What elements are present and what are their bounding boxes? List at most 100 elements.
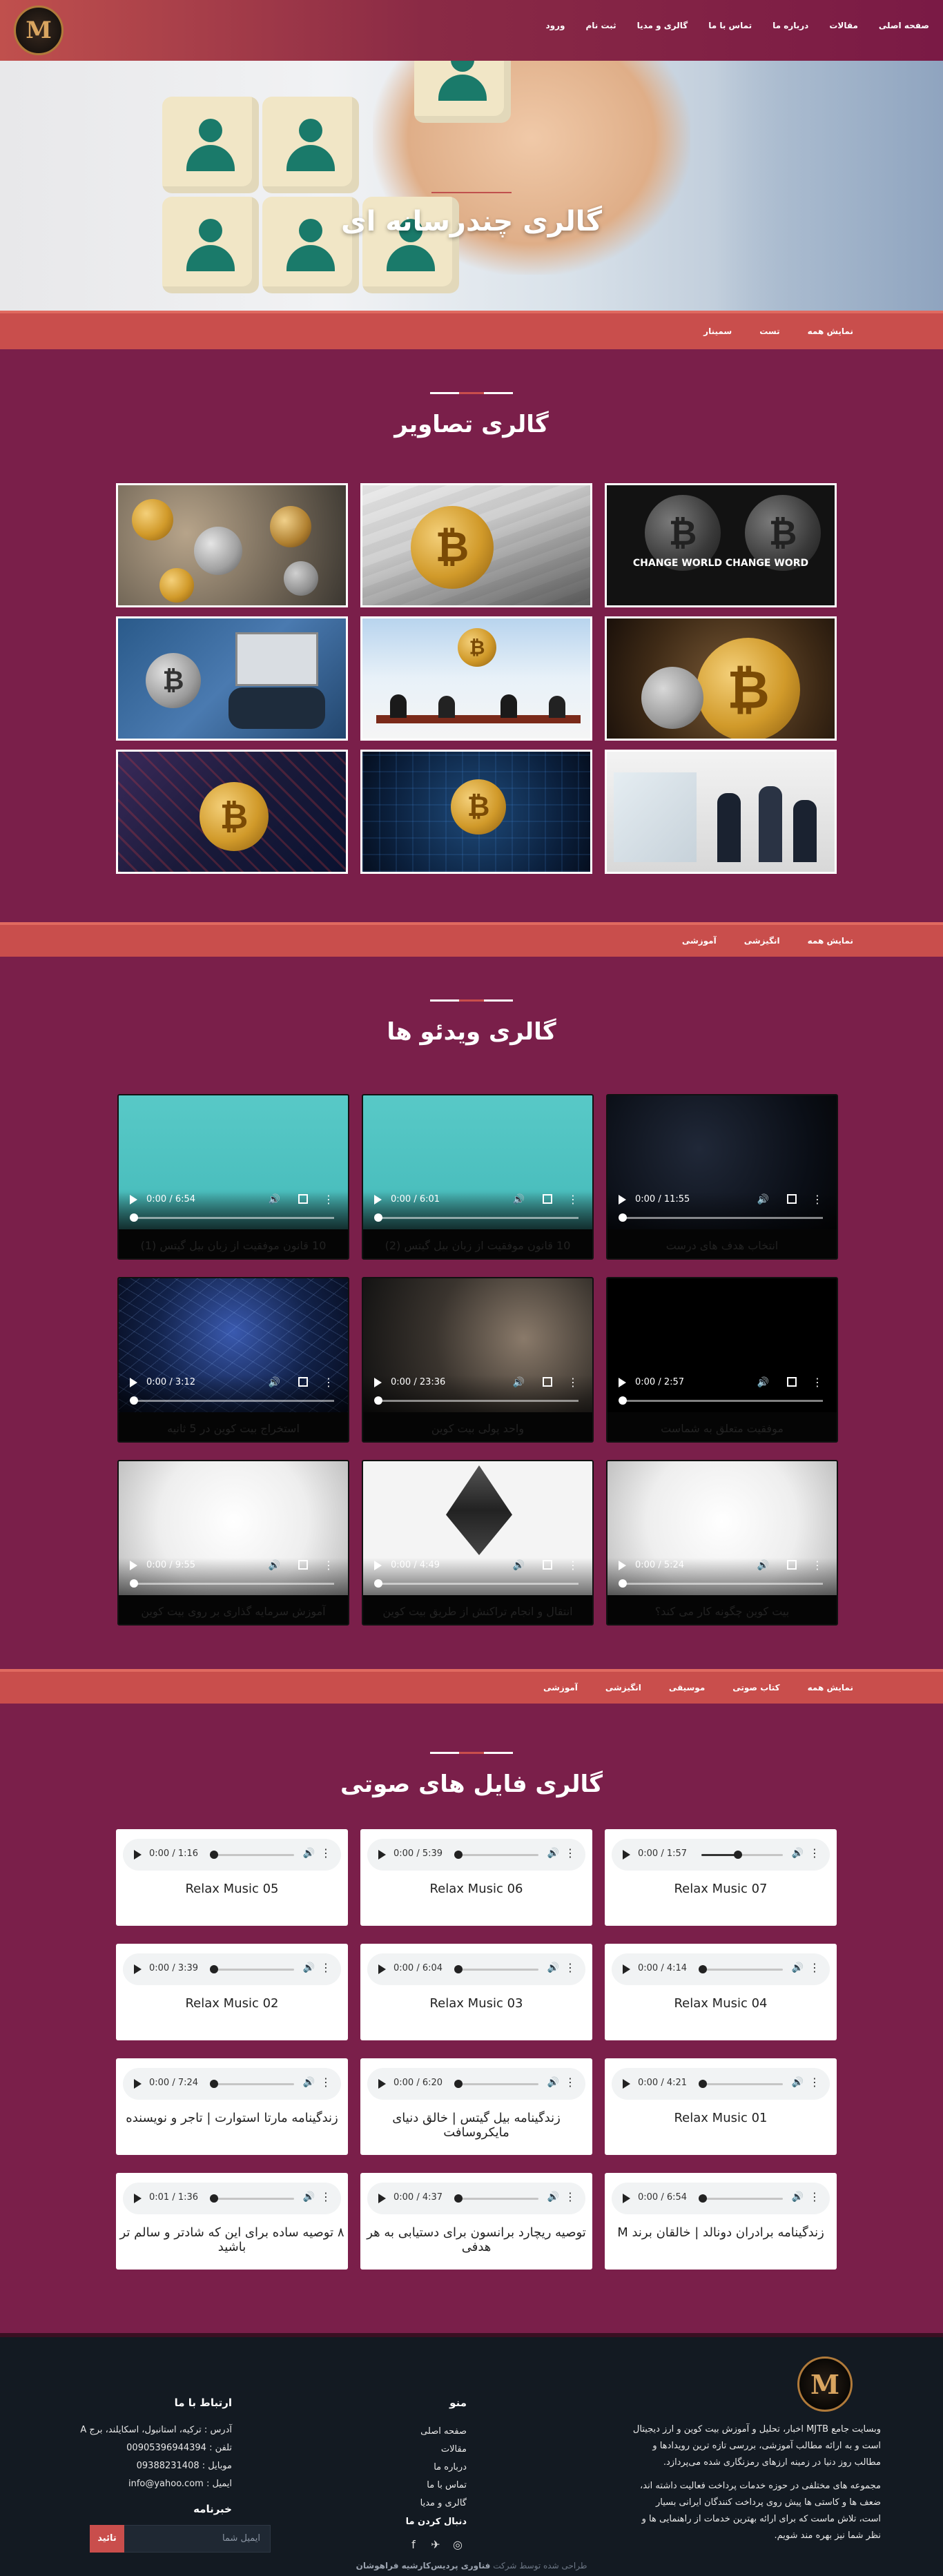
audio-player[interactable]: 0:00 / 7:24 🔊 ⋮ [123, 2068, 341, 2100]
audio-progress-track[interactable] [210, 2080, 294, 2088]
play-icon[interactable] [378, 1964, 386, 1974]
audio-player[interactable]: 0:00 / 4:14 🔊 ⋮ [612, 1953, 830, 1985]
play-icon[interactable] [619, 1561, 626, 1570]
volume-icon[interactable]: 🔊 [303, 1848, 315, 1859]
site-logo[interactable]: M [14, 6, 64, 55]
fullscreen-icon[interactable] [298, 1194, 308, 1204]
play-icon[interactable] [130, 1561, 137, 1570]
play-icon[interactable] [619, 1195, 626, 1204]
play-icon[interactable] [134, 1964, 142, 1974]
audio-player[interactable]: 0:00 / 6:04 🔊 ⋮ [367, 1953, 585, 1985]
volume-icon[interactable]: 🔊 [269, 1560, 280, 1571]
more-options-icon[interactable]: ⋮ [320, 1846, 331, 1860]
gallery-image[interactable]: ₿ ₿ CHANGE WORLD CHANGE WORD [605, 483, 837, 607]
facebook-icon[interactable]: f [406, 2537, 421, 2553]
volume-icon[interactable]: 🔊 [792, 2077, 804, 2088]
video-player[interactable]: 0:00 / 9:55 🔊 ⋮ آموزش سرمایه گذاری بر رو… [117, 1460, 349, 1626]
nav-gallery[interactable]: گالری و مدیا [637, 21, 688, 30]
volume-icon[interactable]: 🔊 [547, 1848, 559, 1859]
fullscreen-icon[interactable] [787, 1194, 797, 1204]
fullscreen-icon[interactable] [787, 1377, 797, 1387]
more-options-icon[interactable]: ⋮ [809, 1961, 820, 1974]
more-options-icon[interactable]: ⋮ [320, 2076, 331, 2089]
fullscreen-icon[interactable] [298, 1560, 308, 1570]
audio-progress-knob[interactable] [454, 1965, 463, 1973]
footer-link-gallery[interactable]: گالری و مدیا [420, 2495, 467, 2512]
audio-player[interactable]: 0:00 / 3:39 🔊 ⋮ [123, 1953, 341, 1985]
more-options-icon[interactable]: ⋮ [812, 1376, 823, 1389]
audio-progress-track[interactable] [701, 1851, 783, 1859]
more-options-icon[interactable]: ⋮ [809, 2190, 820, 2203]
video-player[interactable]: 0:00 / 23:36 🔊 ⋮ واحد پولی بیت کوین [362, 1277, 594, 1443]
progress-knob[interactable] [619, 1396, 627, 1405]
audio-player[interactable]: 0:00 / 1:16 🔊 ⋮ [123, 1839, 341, 1871]
nav-contact[interactable]: تماس با ما [708, 21, 752, 30]
progress-knob[interactable] [619, 1579, 627, 1588]
more-options-icon[interactable]: ⋮ [812, 1559, 823, 1572]
progress-track[interactable] [377, 1583, 579, 1585]
fullscreen-icon[interactable] [787, 1560, 797, 1570]
audio-player[interactable]: 0:00 / 5:39 🔊 ⋮ [367, 1839, 585, 1871]
progress-track[interactable] [133, 1400, 334, 1402]
fullscreen-icon[interactable] [543, 1560, 552, 1570]
play-icon[interactable] [374, 1561, 382, 1570]
gallery-image[interactable] [605, 750, 837, 874]
instagram-icon[interactable]: ◎ [450, 2537, 465, 2553]
contact-phone[interactable]: تلفن : 00905396944394 [80, 2439, 232, 2457]
tab-video-educational[interactable]: آموزشی [682, 936, 717, 946]
play-icon[interactable] [623, 2194, 630, 2203]
play-icon[interactable] [130, 1195, 137, 1204]
footer-link-articles[interactable]: مقالات [420, 2441, 467, 2459]
gallery-image[interactable]: ₿ [360, 616, 592, 741]
audio-progress-knob[interactable] [210, 1965, 219, 1973]
video-player[interactable]: 0:00 / 6:54 🔊 ⋮ 10 قانون موفقیت از زبان … [117, 1094, 349, 1260]
more-options-icon[interactable]: ⋮ [320, 1961, 331, 1974]
nav-login[interactable]: ورود [546, 21, 565, 30]
gallery-image[interactable]: ₿ [116, 616, 348, 741]
audio-player[interactable]: 0:00 / 1:57 🔊 ⋮ [612, 1839, 830, 1871]
video-player[interactable]: 0:00 / 5:24 🔊 ⋮ بیت کوین چگونه کار می کن… [606, 1460, 838, 1626]
more-options-icon[interactable]: ⋮ [567, 1559, 579, 1572]
play-icon[interactable] [374, 1195, 382, 1204]
audio-progress-knob[interactable] [210, 1851, 219, 1859]
volume-icon[interactable]: 🔊 [757, 1194, 769, 1205]
play-icon[interactable] [378, 1850, 386, 1860]
play-icon[interactable] [623, 2079, 630, 2089]
play-icon[interactable] [378, 2194, 386, 2203]
audio-progress-knob[interactable] [454, 2194, 463, 2203]
play-icon[interactable] [134, 2079, 142, 2089]
more-options-icon[interactable]: ⋮ [567, 1193, 579, 1206]
more-options-icon[interactable]: ⋮ [565, 2190, 576, 2203]
play-icon[interactable] [130, 1378, 137, 1387]
volume-icon[interactable]: 🔊 [513, 1194, 525, 1205]
video-player[interactable]: 0:00 / 3:12 🔊 ⋮ استخراج بیت کوین در 5 ثا… [117, 1277, 349, 1443]
audio-progress-knob[interactable] [699, 1965, 708, 1973]
progress-track[interactable] [133, 1217, 334, 1219]
audio-progress-knob[interactable] [454, 1851, 463, 1859]
audio-progress-track[interactable] [454, 1965, 538, 1973]
play-icon[interactable] [619, 1378, 626, 1387]
audio-progress-track[interactable] [210, 1851, 294, 1859]
gallery-image[interactable]: ₿ [360, 750, 592, 874]
tab-audio-all[interactable]: نمایش همه [808, 1683, 853, 1692]
more-options-icon[interactable]: ⋮ [323, 1559, 334, 1572]
audio-progress-track[interactable] [699, 1965, 783, 1973]
gallery-image[interactable] [116, 483, 348, 607]
newsletter-submit-button[interactable]: تائید [90, 2525, 124, 2553]
more-options-icon[interactable]: ⋮ [812, 1193, 823, 1206]
footer-link-about[interactable]: درباره ما [420, 2459, 467, 2477]
gallery-image[interactable]: ₿ [360, 483, 592, 607]
play-icon[interactable] [623, 1964, 630, 1974]
progress-track[interactable] [621, 1400, 823, 1402]
volume-icon[interactable]: 🔊 [792, 1962, 804, 1973]
gallery-image[interactable]: ₿ [605, 616, 837, 741]
more-options-icon[interactable]: ⋮ [323, 1193, 334, 1206]
audio-progress-knob[interactable] [210, 2080, 219, 2088]
volume-icon[interactable]: 🔊 [757, 1377, 769, 1388]
volume-icon[interactable]: 🔊 [757, 1560, 769, 1571]
telegram-icon[interactable]: ✈ [428, 2537, 443, 2553]
volume-icon[interactable]: 🔊 [547, 2192, 559, 2203]
audio-player[interactable]: 0:00 / 6:20 🔊 ⋮ [367, 2068, 585, 2100]
tab-audio-audiobook[interactable]: کتاب صوتی [732, 1683, 779, 1692]
fullscreen-icon[interactable] [298, 1377, 308, 1387]
